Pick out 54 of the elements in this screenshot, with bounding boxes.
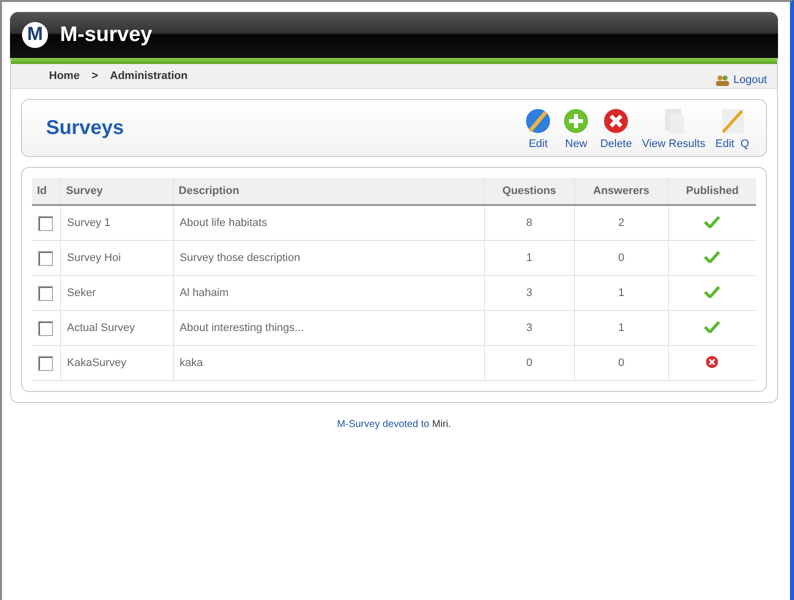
footer-name: Miri. xyxy=(432,419,451,430)
column-header: Questions xyxy=(484,178,574,205)
toolbar-button[interactable]: New xyxy=(557,106,596,150)
column-header: Survey xyxy=(60,178,174,205)
table-cell: Survey Hoi xyxy=(60,240,174,276)
table-cell: About life habitats xyxy=(173,205,484,240)
logout-link[interactable]: Logout xyxy=(716,74,767,86)
checkmark-icon[interactable] xyxy=(704,286,720,298)
cross-icon[interactable] xyxy=(706,356,718,368)
site-title: M-survey xyxy=(60,23,152,47)
table-cell: 0 xyxy=(484,346,574,380)
table-cell: 3 xyxy=(484,310,574,346)
table-cell: Al hahaim xyxy=(173,276,484,310)
toolbar-button[interactable]: View Results xyxy=(636,106,710,150)
row-checkbox[interactable] xyxy=(38,216,53,230)
checkmark-icon[interactable] xyxy=(704,250,720,262)
table-cell: kaka xyxy=(173,346,484,380)
column-header: Published xyxy=(668,178,756,205)
breadcrumb-item: > xyxy=(92,70,98,82)
table-cell: 0 xyxy=(574,240,668,276)
table-cell: Survey 1 xyxy=(60,205,174,240)
table-cell: 1 xyxy=(574,310,668,346)
table-cell: 0 xyxy=(574,346,668,380)
column-header: Id xyxy=(32,178,60,205)
table-cell: 3 xyxy=(484,276,574,310)
table-cell: Actual Survey xyxy=(60,310,174,346)
row-checkbox[interactable] xyxy=(38,356,53,370)
table-cell: About interesting things... xyxy=(173,310,484,346)
delete-icon xyxy=(602,106,630,134)
table-cell: 1 xyxy=(574,276,668,310)
checkmark-icon[interactable] xyxy=(704,320,720,332)
logo: M xyxy=(22,22,48,48)
table-cell: 2 xyxy=(574,205,668,240)
plus-icon xyxy=(562,106,590,134)
toolbar-button[interactable]: Edit Q xyxy=(710,106,754,150)
breadcrumb-item[interactable]: Administration xyxy=(110,70,188,82)
table-cell: Seker xyxy=(60,276,174,310)
row-checkbox[interactable] xyxy=(38,250,53,266)
checkmark-icon[interactable] xyxy=(704,216,720,228)
footer-link[interactable]: M-Survey devoted to xyxy=(337,419,430,430)
table-cell: KakaSurvey xyxy=(60,346,174,380)
column-header: Description xyxy=(173,178,484,205)
table-cell: 1 xyxy=(484,240,574,276)
row-checkbox[interactable] xyxy=(38,286,53,300)
toolbar-button[interactable]: Delete xyxy=(595,106,637,150)
table-cell: 8 xyxy=(484,205,574,240)
breadcrumb-item[interactable]: Home xyxy=(49,70,80,82)
toolbar-button[interactable]: Edit xyxy=(519,106,558,150)
column-header: Answerers xyxy=(574,178,668,205)
row-checkbox[interactable] xyxy=(38,320,53,336)
pencil-globe-icon xyxy=(524,106,552,134)
users-icon xyxy=(716,74,730,86)
table-cell: Survey those description xyxy=(173,240,484,276)
page-title: Surveys xyxy=(46,116,125,140)
